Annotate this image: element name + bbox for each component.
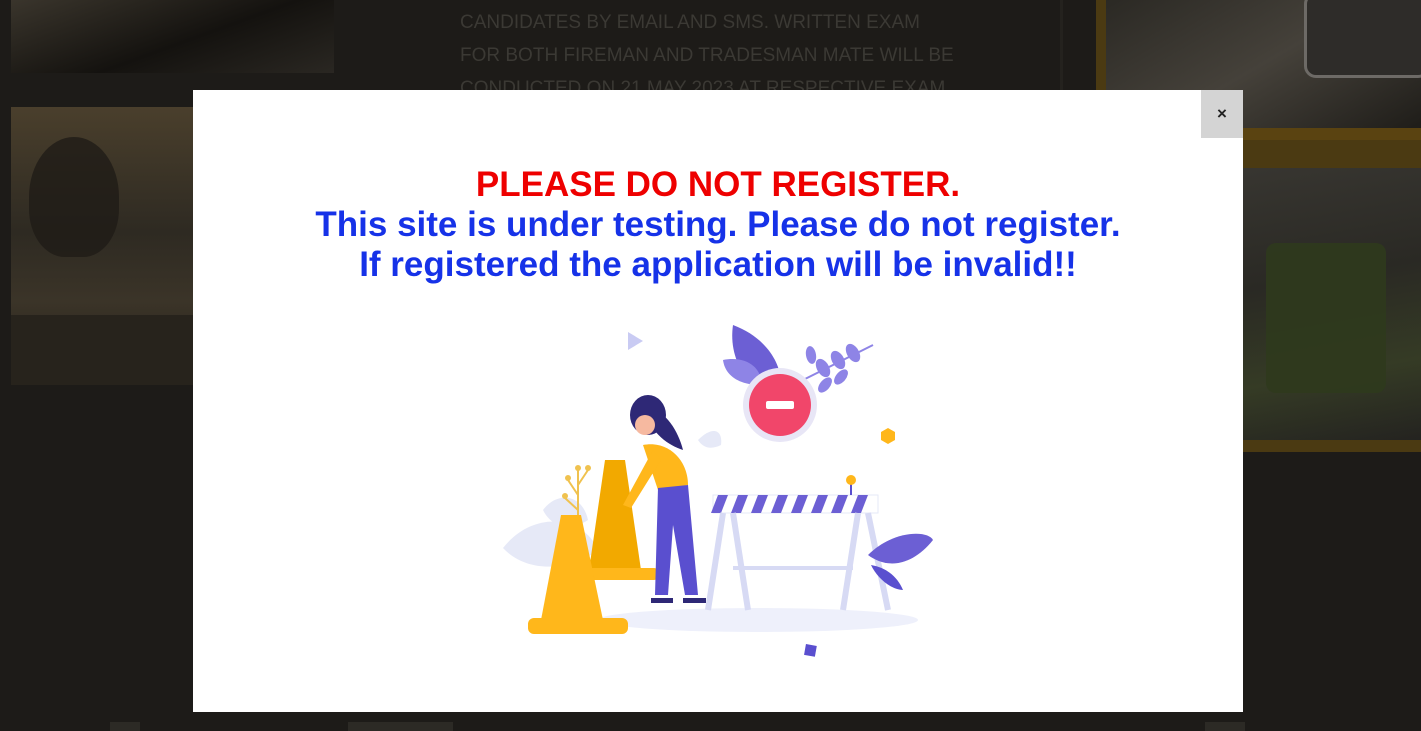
warning-message: PLEASE DO NOT REGISTER. This site is und…: [193, 165, 1243, 285]
under-construction-illustration: [493, 320, 953, 665]
warning-modal: × PLEASE DO NOT REGISTER. This site is u…: [193, 90, 1243, 712]
warning-line-invalid: If registered the application will be in…: [193, 245, 1243, 285]
warning-title: PLEASE DO NOT REGISTER.: [193, 165, 1243, 205]
warning-line-testing: This site is under testing. Please do no…: [193, 205, 1243, 245]
close-button[interactable]: ×: [1201, 90, 1243, 138]
